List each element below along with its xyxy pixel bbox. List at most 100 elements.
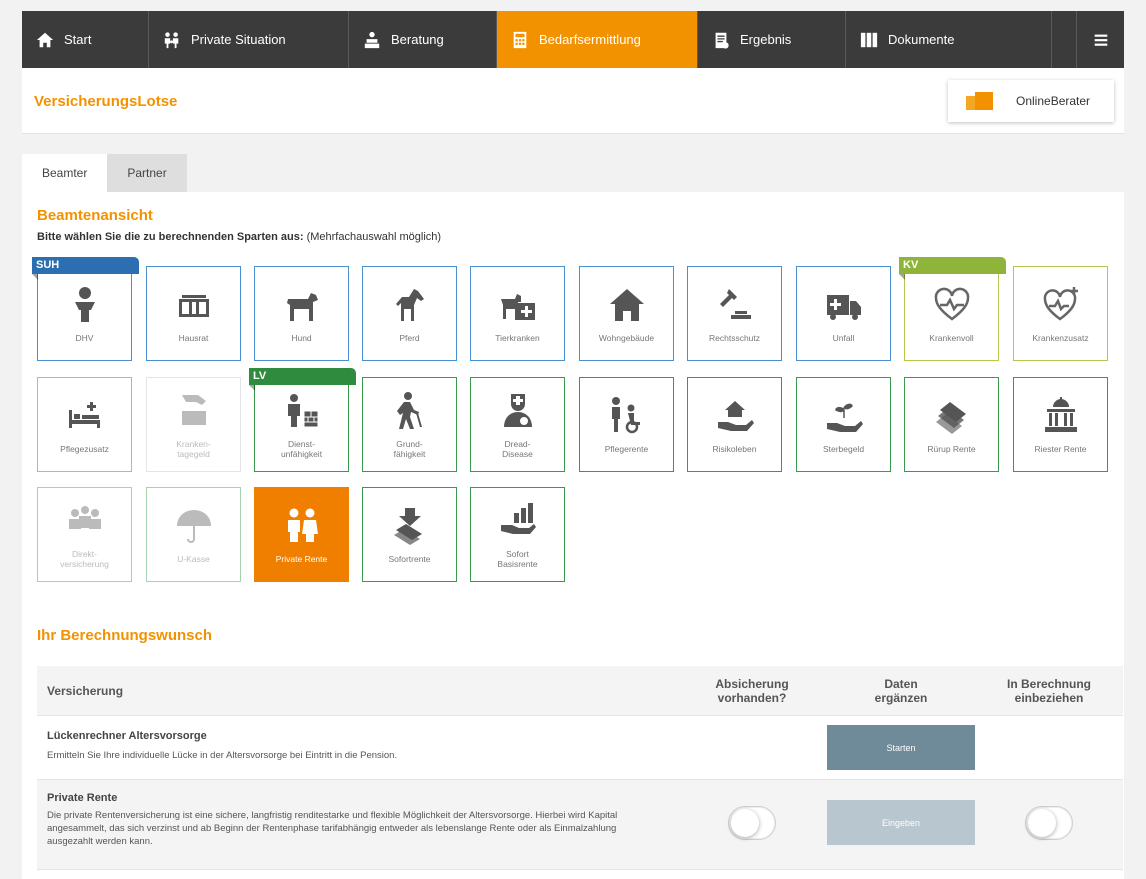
binders-icon — [860, 31, 878, 49]
nav-dokumente[interactable]: Dokumente — [846, 11, 1052, 68]
tile-pferd[interactable]: Pferd — [362, 266, 457, 361]
home-icon — [36, 31, 54, 49]
family-icon — [163, 31, 181, 49]
nav-start[interactable]: Start — [22, 11, 149, 68]
badge-lv: LV — [249, 368, 356, 391]
col-versicherung: Versicherung — [47, 683, 124, 698]
person-icon — [65, 285, 105, 325]
tile-risikoleben[interactable]: Risikoleben — [687, 377, 782, 472]
eingeben-button[interactable]: Eingeben — [827, 800, 975, 845]
tile-u-kasse[interactable]: U-Kasse — [146, 487, 241, 582]
tile-tierkranken[interactable]: Tierkranken — [470, 266, 565, 361]
nav-dokumente-label: Dokumente — [888, 32, 955, 47]
berechnung-toggle[interactable] — [1025, 806, 1073, 840]
government-building-icon — [1041, 396, 1081, 436]
tile-label: Private Rente — [275, 553, 328, 564]
tile-dhv[interactable]: DHV — [37, 266, 132, 361]
tile-unfall[interactable]: Unfall — [796, 266, 891, 361]
calculator-icon — [511, 31, 529, 49]
badge-suh: SUH — [32, 257, 139, 280]
row-description: Ermitteln Sie Ihre individuelle Lücke in… — [47, 750, 398, 761]
instruction-bold: Bitte wählen Sie die zu berechnenden Spa… — [37, 231, 304, 243]
tile-label: Kranken- tagegeld — [176, 438, 211, 459]
ambulance-icon — [824, 285, 864, 325]
tab-beamter[interactable]: Beamter — [22, 154, 108, 192]
tile-label: DHV — [75, 332, 94, 343]
section-title: Beamtenansicht — [37, 207, 153, 224]
tile-rechtsschutz[interactable]: Rechtsschutz — [687, 266, 782, 361]
tile-direktversicherung[interactable]: Direkt- versicherung — [37, 487, 132, 582]
tile-krankentagegeld[interactable]: Kranken- tagegeld — [146, 377, 241, 472]
worker-icon — [282, 391, 322, 431]
tile-dienstunfaehigkeit[interactable]: Dienst- unfähigkeit — [254, 377, 349, 472]
absicherung-toggle[interactable] — [728, 806, 776, 840]
tile-label: Hund — [291, 332, 312, 343]
nav-private-situation[interactable]: Private Situation — [149, 11, 349, 68]
tile-wohngebaeude[interactable]: Wohngebäude — [579, 266, 674, 361]
nav-menu-button[interactable] — [1076, 11, 1124, 68]
table-row: Lückenrechner Altersvorsorge Ermitteln S… — [37, 716, 1123, 780]
tile-label: Pferd — [399, 332, 420, 343]
horse-icon — [390, 285, 430, 325]
tile-label: Sofortrente — [388, 553, 431, 564]
tile-label: Sterbegeld — [822, 443, 865, 454]
row-description: Die private Rentenversicherung ist eine … — [47, 810, 618, 847]
tile-pflegerente[interactable]: Pflegerente — [579, 377, 674, 472]
money-stack-icon — [932, 396, 972, 436]
hand-plant-icon — [824, 396, 864, 436]
chat-bubbles-icon — [966, 90, 996, 112]
tile-sterbegeld[interactable]: Sterbegeld — [796, 377, 891, 472]
tile-sofortrente[interactable]: Sofortrente — [362, 487, 457, 582]
nav-beratung[interactable]: Beratung — [349, 11, 497, 68]
tile-krankenzusatz[interactable]: Krankenzusatz — [1013, 266, 1108, 361]
tile-dread-disease[interactable]: Dread- Disease — [470, 377, 565, 472]
tile-label: Wohngebäude — [598, 332, 655, 343]
nav-bedarfsermittlung-label: Bedarfsermittlung — [539, 32, 641, 47]
online-berater-label: OnlineBerater — [1016, 94, 1091, 108]
tile-label: Grund- fähigkeit — [393, 438, 426, 459]
tile-hund[interactable]: Hund — [254, 266, 349, 361]
tile-private-rente[interactable]: Private Rente — [254, 487, 349, 582]
tab-partner[interactable]: Partner — [107, 154, 187, 192]
pet-medical-icon — [498, 285, 538, 325]
table-header: Versicherung Absicherung vorhanden? Date… — [37, 666, 1123, 716]
tile-label: Hausrat — [178, 332, 209, 343]
tile-riester-rente[interactable]: Riester Rente — [1013, 377, 1108, 472]
tile-pflegezusatz[interactable]: Pflegezusatz — [37, 377, 132, 472]
tile-sofort-basisrente[interactable]: Sofort Basisrente — [470, 487, 565, 582]
tile-label: Pflegezusatz — [60, 443, 109, 454]
tile-label: Dienst- unfähigkeit — [280, 438, 323, 459]
bar-chart-hand-icon — [498, 501, 538, 541]
col-daten: Daten ergänzen — [874, 676, 928, 705]
tile-label: U-Kasse — [177, 553, 210, 564]
wheelchair-icon — [607, 396, 647, 436]
badge-kv: KV — [899, 257, 1006, 280]
tile-label: Rechtsschutz — [708, 332, 761, 343]
calc-table: Versicherung Absicherung vorhanden? Date… — [37, 666, 1123, 870]
instruction-note: (Mehrfachauswahl möglich) — [306, 231, 442, 243]
col-absicherung: Absicherung vorhanden? — [715, 676, 789, 705]
gavel-icon — [715, 285, 755, 325]
nav-start-label: Start — [64, 32, 92, 47]
tile-label: Rürup Rente — [927, 443, 976, 454]
nav-bedarfsermittlung[interactable]: Bedarfsermittlung — [497, 11, 698, 68]
elderly-couple-icon — [282, 506, 322, 546]
start-button[interactable]: Starten — [827, 725, 975, 770]
brand-title: VersicherungsLotse — [34, 93, 178, 110]
online-berater-button[interactable]: OnlineBerater — [948, 80, 1114, 122]
nav-ergebnis[interactable]: Ergebnis — [698, 11, 846, 68]
top-navigation: Start Private Situation Beratung Bedarfs… — [22, 11, 1124, 68]
calc-section-title: Ihr Berechnungswunsch — [37, 627, 213, 644]
tile-krankenvoll[interactable]: Krankenvoll — [904, 266, 999, 361]
doctor-icon — [498, 391, 538, 431]
person-tabs: Beamter Partner — [22, 154, 187, 192]
tile-hausrat[interactable]: Hausrat — [146, 266, 241, 361]
tile-label: Riester Rente — [1034, 443, 1087, 454]
dog-icon — [282, 285, 322, 325]
bed-icon — [65, 396, 105, 436]
tile-label: Krankenzusatz — [1032, 332, 1089, 343]
tile-ruerup-rente[interactable]: Rürup Rente — [904, 377, 999, 472]
tile-grundfaehigkeit[interactable]: Grund- fähigkeit — [362, 377, 457, 472]
section-instruction: Bitte wählen Sie die zu berechnenden Spa… — [37, 231, 441, 243]
consult-icon — [363, 31, 381, 49]
